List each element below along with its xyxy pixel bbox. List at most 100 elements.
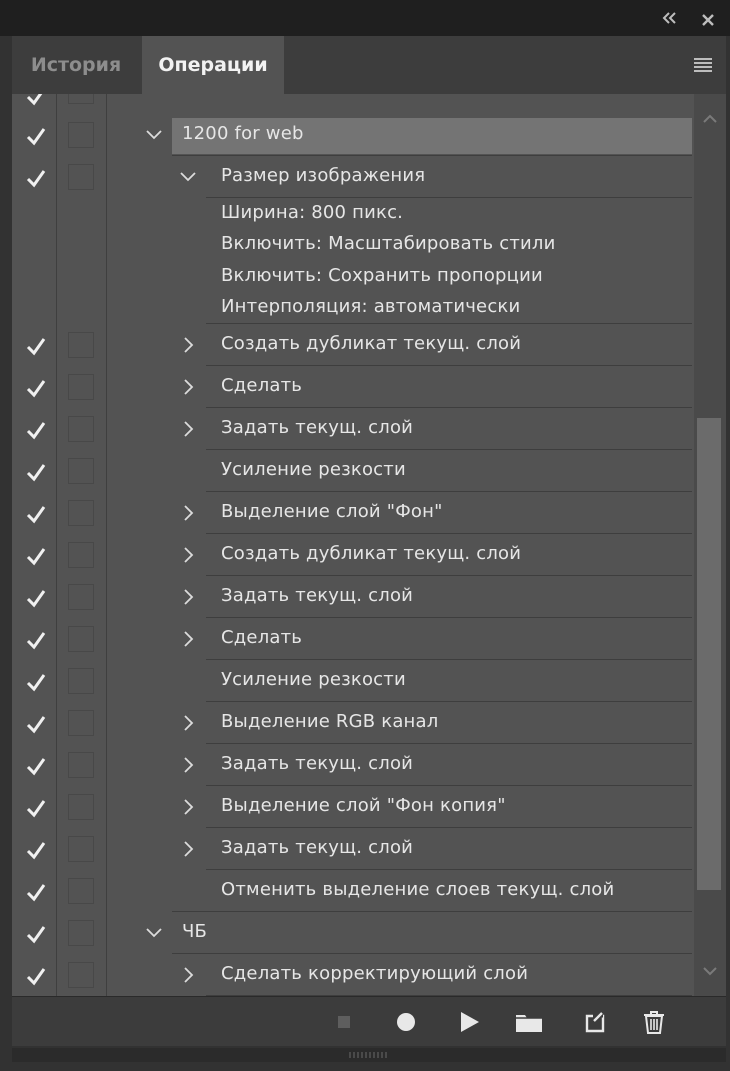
dialog-toggle[interactable] [68,94,94,104]
dialog-toggle[interactable] [68,878,94,904]
check-icon[interactable] [24,922,48,946]
scroll-up-icon[interactable] [701,112,719,126]
chevron-right-icon[interactable] [178,965,198,985]
action-step-row[interactable]: Выделение слой "Фон" [12,492,694,534]
check-icon[interactable] [24,334,48,358]
action-step-row[interactable]: Выделение RGB канал [12,702,694,744]
chevron-right-icon[interactable] [178,503,198,523]
dialog-toggle[interactable] [68,752,94,778]
dialog-toggle[interactable] [68,122,94,148]
folder-icon[interactable] [514,1009,544,1035]
record-icon[interactable] [393,1009,419,1035]
collapse-panel-icon[interactable] [660,10,680,26]
chevron-right-icon[interactable] [178,335,198,355]
check-icon[interactable] [24,124,48,148]
dialog-toggle[interactable] [68,626,94,652]
check-icon[interactable] [24,460,48,484]
chevron-right-icon[interactable] [178,545,198,565]
play-icon[interactable] [456,1009,482,1035]
check-icon[interactable] [24,712,48,736]
action-set-row[interactable]: ЧБ [12,912,694,954]
action-step-row[interactable]: Задать текущ. слой [12,408,694,450]
close-panel-icon[interactable] [700,12,716,28]
check-icon[interactable] [24,838,48,862]
dialog-toggle[interactable] [68,836,94,862]
check-icon[interactable] [24,166,48,190]
row-label: Включить: Сохранить пропорции [221,264,543,286]
row-label: Усиление резкости [221,669,406,690]
chevron-right-icon[interactable] [178,713,198,733]
action-set-row[interactable]: 1200 for web [12,114,694,156]
check-icon[interactable] [24,880,48,904]
action-step-row[interactable]: Создать дубликат текущ. слой [12,534,694,576]
check-icon[interactable] [24,502,48,526]
row-label: Отменить выделение слоев текущ. слой [221,879,615,900]
chevron-down-icon[interactable] [178,167,198,187]
row-label: Задать текущ. слой [221,417,414,438]
action-step-row[interactable]: Задать текущ. слой [12,828,694,870]
action-step-row[interactable]: Задать текущ. слой [12,744,694,786]
stop-icon[interactable] [331,1009,357,1035]
action-step-row[interactable]: Выделение слой "Фон копия" [12,786,694,828]
scroll-down-icon[interactable] [701,964,719,978]
check-icon[interactable] [24,754,48,778]
dialog-toggle[interactable] [68,542,94,568]
row-label: 1200 for web [182,123,304,144]
action-step-row[interactable]: Усиление резкости [12,450,694,492]
action-param-row: Включить: Масштабировать стили [12,230,694,262]
action-step-row[interactable]: Задать текущ. слой [12,576,694,618]
scrollbar[interactable] [694,94,726,996]
dialog-toggle[interactable] [68,374,94,400]
action-step-row[interactable]: Размер изображения [12,156,694,198]
action-step-row[interactable]: Создать дубликат текущ. слой [12,324,694,366]
chevron-right-icon[interactable] [178,797,198,817]
chevron-down-icon[interactable] [144,125,164,145]
new-action-icon[interactable] [582,1009,608,1035]
dialog-toggle[interactable] [68,668,94,694]
check-icon[interactable] [24,544,48,568]
chevron-down-icon[interactable] [144,923,164,943]
dialog-toggle[interactable] [68,458,94,484]
resize-grip[interactable] [12,1048,726,1062]
tab-bar: История Операции [12,36,726,94]
check-icon[interactable] [24,418,48,442]
chevron-right-icon[interactable] [178,839,198,859]
dialog-toggle[interactable] [68,710,94,736]
dialog-toggle[interactable] [68,794,94,820]
check-icon[interactable] [24,376,48,400]
check-icon[interactable] [24,796,48,820]
action-step-row[interactable]: Сделать [12,366,694,408]
panel-titlebar [0,0,730,36]
trash-icon[interactable] [641,1009,667,1035]
action-step-row[interactable]: Усиление резкости [12,660,694,702]
row-label: Включить: Масштабировать стили [221,233,556,255]
dialog-toggle[interactable] [68,332,94,358]
dialog-toggle[interactable] [68,500,94,526]
row-label: Создать дубликат текущ. слой [221,543,522,564]
dialog-toggle[interactable] [68,416,94,442]
check-icon[interactable] [24,586,48,610]
row-label: Выделение слой "Фон копия" [221,795,506,816]
chevron-right-icon[interactable] [178,629,198,649]
check-icon[interactable] [24,94,48,108]
row-label: Задать текущ. слой [221,837,414,858]
chevron-right-icon[interactable] [178,755,198,775]
row-label: Сделать [221,375,303,396]
panel-menu-icon[interactable] [692,56,714,74]
dialog-toggle[interactable] [68,584,94,610]
action-step-row[interactable]: Сделать [12,618,694,660]
tab-actions[interactable]: Операции [142,36,284,94]
chevron-right-icon[interactable] [178,377,198,397]
check-icon[interactable] [24,628,48,652]
chevron-right-icon[interactable] [178,419,198,439]
chevron-right-icon[interactable] [178,587,198,607]
scroll-thumb[interactable] [697,418,721,890]
dialog-toggle[interactable] [68,962,94,988]
action-step-row[interactable]: Сделать корректирующий слой [12,954,694,996]
check-icon[interactable] [24,964,48,988]
check-icon[interactable] [24,670,48,694]
tab-history[interactable]: История [12,36,140,94]
dialog-toggle[interactable] [68,920,94,946]
action-step-row[interactable]: Отменить выделение слоев текущ. слой [12,870,694,912]
dialog-toggle[interactable] [68,164,94,190]
